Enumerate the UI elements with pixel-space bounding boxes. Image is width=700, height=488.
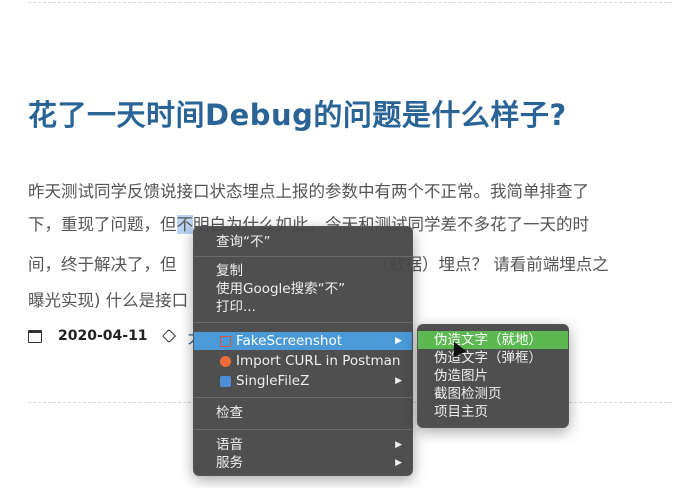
menu-separator [194, 429, 412, 430]
menu-separator [194, 256, 412, 257]
submenu-item-fake-text-dialog[interactable]: 伪造文字（弹框） [418, 349, 568, 367]
menu-item-fakescreenshot[interactable]: FakeScreenshot ▶ [194, 332, 412, 350]
fakescreenshot-submenu: 伪造文字（就地） 伪造文字（弹框） 伪造图片 截图检测页 项目主页 [417, 324, 569, 428]
menu-item-lookup[interactable]: 查询“不” [194, 233, 412, 251]
fakescreenshot-icon [220, 336, 231, 347]
paragraph-text: 曝光实现) 什么是接口 [28, 291, 189, 310]
paragraph-text: 间，终于解决了，但 [28, 255, 177, 274]
top-divider [28, 2, 672, 3]
menu-item-print[interactable]: 打印... [194, 298, 412, 316]
menu-item-services[interactable]: 服务 ▶ [194, 454, 412, 472]
submenu-arrow-icon: ▶ [395, 458, 402, 468]
submenu-item-fake-text-inplace[interactable]: 伪造文字（就地） [418, 331, 568, 349]
submenu-item-fake-image[interactable]: 伪造图片 [418, 367, 568, 385]
post-date: 2020-04-11 [58, 328, 148, 344]
menu-item-google-search[interactable]: 使用Google搜索“不” [194, 280, 412, 298]
tag-icon [161, 328, 176, 344]
submenu-arrow-icon: ▶ [395, 440, 402, 450]
submenu-arrow-icon: ▶ [395, 376, 402, 386]
page-title: 花了一天时间Debug的问题是什么样子? [28, 98, 567, 132]
context-menu: 查询“不” 复制 使用Google搜索“不” 打印... FakeScreens… [193, 226, 413, 476]
post-meta: 2020-04-11 大 [28, 324, 204, 348]
submenu-item-project-home[interactable]: 项目主页 [418, 403, 568, 421]
selected-text[interactable]: 不 [176, 215, 193, 234]
menu-item-singlefilez[interactable]: SingleFileZ ▶ [194, 372, 412, 390]
menu-item-inspect[interactable]: 检查 [194, 404, 412, 422]
menu-item-speech[interactable]: 语音 ▶ [194, 436, 412, 454]
postman-icon [220, 356, 231, 367]
paragraph-line-1: 昨天测试同学反馈说接口状态埋点上报的参数中有两个不正常。我简单排查了 [28, 178, 678, 202]
menu-item-import-curl[interactable]: Import CURL in Postman [194, 352, 412, 370]
paragraph-text: 下，重现了问题，但 [28, 215, 177, 234]
calendar-icon [28, 329, 42, 343]
submenu-item-screenshot-check[interactable]: 截图检测页 [418, 385, 568, 403]
menu-separator [194, 397, 412, 398]
paragraph-text: 昨天测试同学反馈说接口状态埋点上报的参数中有两个不正常。我简单排查了 [28, 182, 589, 201]
singlefilez-icon [220, 376, 231, 387]
submenu-arrow-icon: ▶ [395, 336, 402, 346]
page: 花了一天时间Debug的问题是什么样子? 昨天测试同学反馈说接口状态埋点上报的参… [0, 0, 700, 488]
menu-item-copy[interactable]: 复制 [194, 262, 412, 280]
menu-separator [194, 322, 412, 323]
